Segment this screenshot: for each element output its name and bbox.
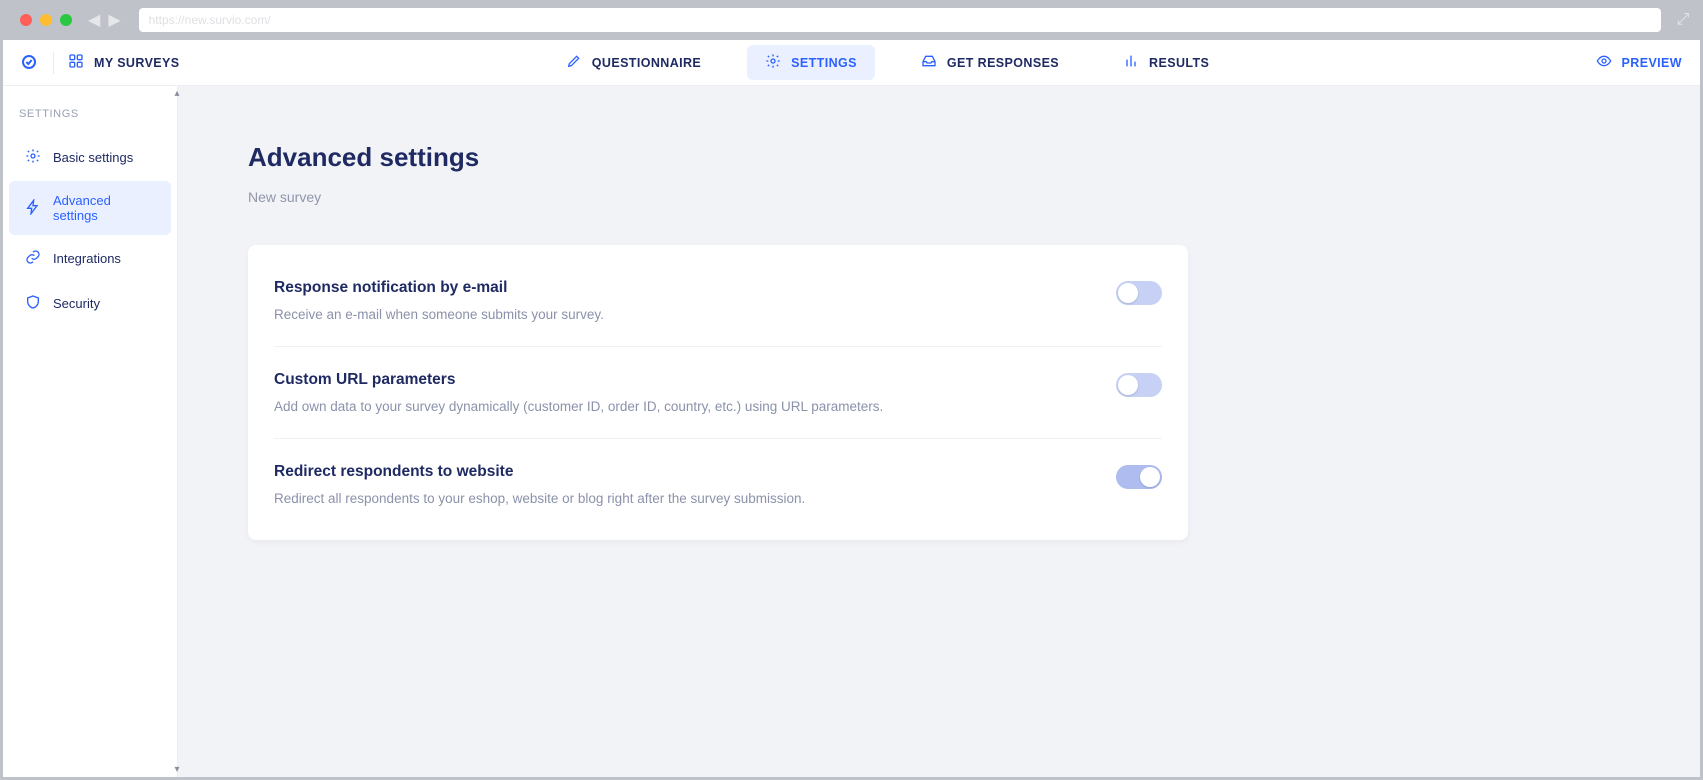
setting-desc: Add own data to your survey dynamically …: [274, 399, 883, 414]
gear-icon: [765, 53, 781, 72]
setting-title: Custom URL parameters: [274, 371, 883, 389]
scroll-down-icon[interactable]: ▾: [174, 764, 179, 775]
link-icon: [25, 249, 41, 268]
eye-icon: [1596, 53, 1612, 72]
tab-get-responses-label: GET RESPONSES: [947, 56, 1059, 70]
browser-chrome: ◀ ▶ https://new.survio.com/ ⤢: [0, 0, 1703, 40]
tab-settings[interactable]: SETTINGS: [747, 45, 875, 80]
tab-results[interactable]: RESULTS: [1105, 45, 1227, 80]
tab-questionnaire-label: QUESTIONNAIRE: [592, 56, 701, 70]
gear-icon: [25, 148, 41, 167]
tab-settings-label: SETTINGS: [791, 56, 857, 70]
setting-text: Custom URL parameters Add own data to yo…: [274, 371, 883, 414]
page-title: Advanced settings: [248, 142, 1630, 173]
topbar-left: MY SURVEYS: [21, 52, 180, 74]
content: Advanced settings New survey Response no…: [178, 86, 1700, 777]
sidebar-item-label: Integrations: [53, 251, 121, 266]
topbar-tabs: QUESTIONNAIRE SETTINGS GET RESPONSES: [180, 45, 1596, 80]
toggle-knob: [1140, 467, 1160, 487]
settings-card: Response notification by e-mail Receive …: [248, 245, 1188, 540]
browser-nav: ◀ ▶: [88, 10, 121, 30]
traffic-lights: [20, 14, 72, 26]
tab-questionnaire[interactable]: QUESTIONNAIRE: [548, 45, 719, 80]
browser-forward-icon[interactable]: ▶: [108, 10, 120, 30]
preview-button[interactable]: PREVIEW: [1596, 53, 1682, 72]
bars-icon: [1123, 53, 1139, 72]
setting-row-redirect: Redirect respondents to website Redirect…: [274, 439, 1162, 530]
sidebar-item-basic-settings[interactable]: Basic settings: [9, 136, 171, 179]
sidebar-scrollbar[interactable]: ▴ ▾: [171, 86, 183, 777]
setting-row-url-params: Custom URL parameters Add own data to yo…: [274, 347, 1162, 439]
setting-title: Redirect respondents to website: [274, 463, 805, 481]
sidebar-section-label: SETTINGS: [3, 86, 177, 134]
window-maximize-button[interactable]: [60, 14, 72, 26]
setting-desc: Redirect all respondents to your eshop, …: [274, 491, 805, 506]
toggle-knob: [1118, 375, 1138, 395]
sidebar-item-integrations[interactable]: Integrations: [9, 237, 171, 280]
grid-icon: [68, 53, 84, 72]
sidebar-item-security[interactable]: Security: [9, 282, 171, 325]
browser-url-bar[interactable]: https://new.survio.com/: [139, 8, 1661, 32]
setting-text: Response notification by e-mail Receive …: [274, 279, 604, 322]
browser-back-icon[interactable]: ◀: [88, 10, 100, 30]
setting-title: Response notification by e-mail: [274, 279, 604, 297]
sidebar-item-label: Advanced settings: [53, 193, 155, 223]
toggle-knob: [1118, 283, 1138, 303]
pencil-icon: [566, 53, 582, 72]
divider: [53, 52, 54, 74]
bolt-icon: [25, 199, 41, 218]
page-subtitle: New survey: [248, 189, 1630, 205]
app: MY SURVEYS QUESTIONNAIRE SETTINGS: [3, 40, 1700, 777]
browser-url-text: https://new.survio.com/: [149, 13, 271, 27]
topbar: MY SURVEYS QUESTIONNAIRE SETTINGS: [3, 40, 1700, 86]
toggle-redirect[interactable]: [1116, 465, 1162, 489]
setting-row-email-notification: Response notification by e-mail Receive …: [274, 255, 1162, 347]
sidebar-item-label: Basic settings: [53, 150, 133, 165]
sidebar-item-label: Security: [53, 296, 100, 311]
sidebar-item-advanced-settings[interactable]: Advanced settings: [9, 181, 171, 235]
shield-icon: [25, 294, 41, 313]
setting-desc: Receive an e-mail when someone submits y…: [274, 307, 604, 322]
my-surveys-link[interactable]: MY SURVEYS: [68, 53, 180, 72]
inbox-icon: [921, 53, 937, 72]
sidebar: ▴ ▾ SETTINGS Basic settings Advanced set…: [3, 86, 178, 777]
browser-expand-icon[interactable]: ⤢: [1671, 11, 1695, 29]
window-close-button[interactable]: [20, 14, 32, 26]
window-minimize-button[interactable]: [40, 14, 52, 26]
toggle-url-params[interactable]: [1116, 373, 1162, 397]
my-surveys-label: MY SURVEYS: [94, 56, 180, 70]
app-logo-icon[interactable]: [21, 54, 39, 72]
tab-get-responses[interactable]: GET RESPONSES: [903, 45, 1077, 80]
scroll-up-icon[interactable]: ▴: [174, 88, 179, 99]
preview-label: PREVIEW: [1622, 56, 1682, 70]
body: ▴ ▾ SETTINGS Basic settings Advanced set…: [3, 86, 1700, 777]
setting-text: Redirect respondents to website Redirect…: [274, 463, 805, 506]
toggle-email-notification[interactable]: [1116, 281, 1162, 305]
tab-results-label: RESULTS: [1149, 56, 1209, 70]
